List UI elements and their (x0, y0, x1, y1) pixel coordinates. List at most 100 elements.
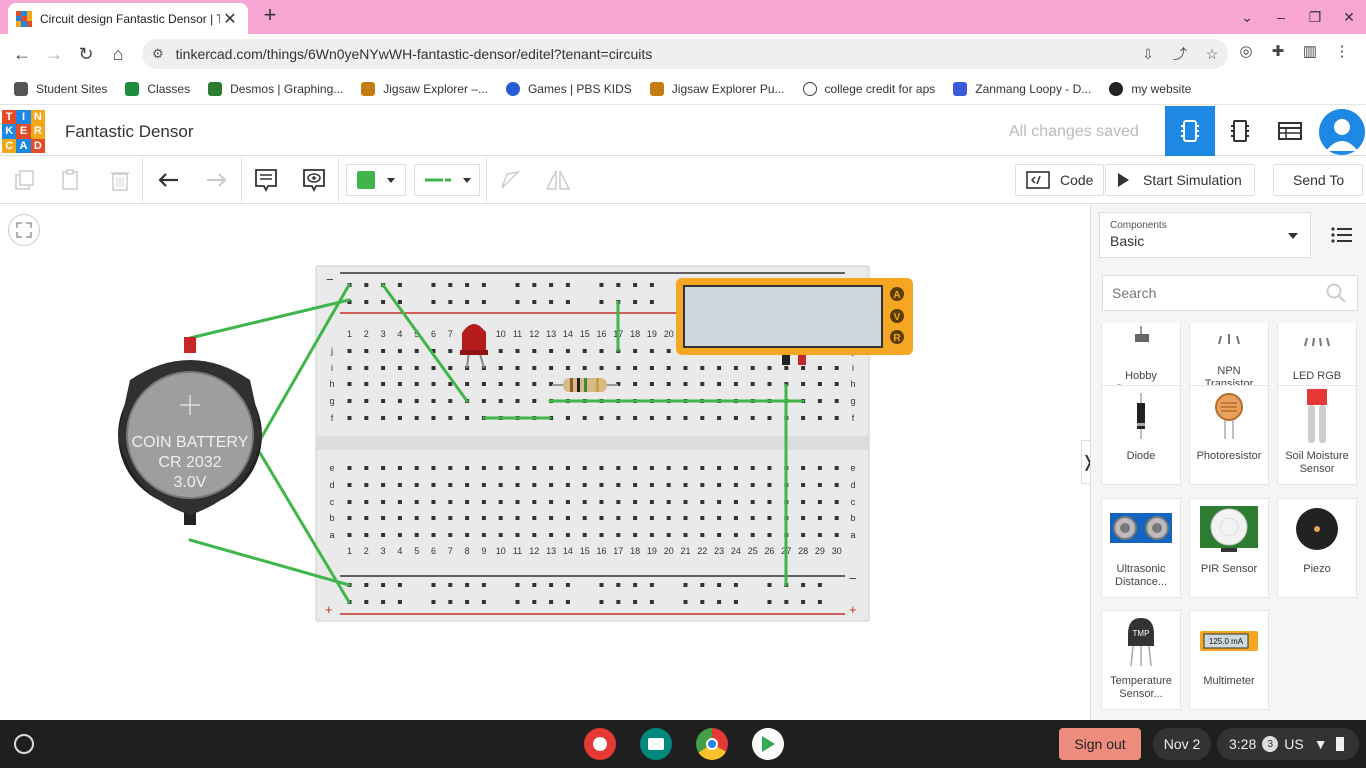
breadboard-hole[interactable] (733, 483, 738, 487)
breadboard-hole[interactable] (414, 466, 419, 470)
breadboard-hole[interactable] (750, 416, 755, 420)
breadboard-hole[interactable] (414, 349, 419, 353)
breadboard-hole[interactable] (633, 466, 638, 470)
breadboard-hole[interactable] (717, 600, 722, 604)
breadboard-hole[interactable] (549, 349, 554, 353)
breadboard-hole[interactable] (784, 366, 789, 370)
breadboard-hole[interactable] (750, 533, 755, 537)
components-dropdown[interactable]: Components Basic (1099, 212, 1311, 258)
status-tray[interactable]: 3:28 3 US ▼ (1217, 728, 1359, 760)
schematic-view-button[interactable] (1215, 106, 1265, 156)
breadboard-hole[interactable] (565, 283, 570, 287)
breadboard-hole[interactable] (532, 583, 537, 587)
breadboard-hole[interactable] (465, 382, 470, 386)
breadboard-hole[interactable] (801, 382, 806, 386)
breadboard-hole[interactable] (364, 583, 369, 587)
breadboard-hole[interactable] (532, 466, 537, 470)
copy-button[interactable] (8, 164, 40, 196)
breadboard-hole[interactable] (817, 382, 822, 386)
breadboard-hole[interactable] (834, 366, 839, 370)
breadboard-hole[interactable] (582, 516, 587, 520)
breadboard-hole[interactable] (666, 416, 671, 420)
breadboard-hole[interactable] (565, 416, 570, 420)
breadboard-hole[interactable] (683, 366, 688, 370)
breadboard-hole[interactable] (381, 399, 386, 403)
breadboard-hole[interactable] (733, 382, 738, 386)
breadboard-hole[interactable] (649, 516, 654, 520)
breadboard-hole[interactable] (347, 416, 352, 420)
breadboard-hole[interactable] (381, 483, 386, 487)
circuit-view-button[interactable] (1165, 106, 1215, 156)
breadboard-hole[interactable] (683, 583, 688, 587)
browser-menu-icon[interactable]: ⋮ (1326, 42, 1358, 60)
breadboard-hole[interactable] (733, 416, 738, 420)
bookmark-item[interactable]: Zanmang Loopy - D... (953, 82, 1091, 96)
breadboard-hole[interactable] (565, 516, 570, 520)
breadboard-hole[interactable] (717, 382, 722, 386)
breadboard-hole[interactable] (465, 483, 470, 487)
breadboard-hole[interactable] (683, 382, 688, 386)
breadboard-hole[interactable] (397, 583, 402, 587)
code-button[interactable]: Code (1015, 164, 1105, 196)
send-to-button[interactable]: Send To (1273, 164, 1364, 196)
breadboard-hole[interactable] (381, 416, 386, 420)
breadboard-hole[interactable] (616, 283, 621, 287)
breadboard-hole[interactable] (666, 516, 671, 520)
breadboard-hole[interactable] (834, 466, 839, 470)
breadboard-hole[interactable] (364, 533, 369, 537)
breadboard-hole[interactable] (817, 533, 822, 537)
breadboard-hole[interactable] (448, 483, 453, 487)
breadboard-hole[interactable] (817, 399, 822, 403)
breadboard-hole[interactable] (498, 533, 503, 537)
breadboard-hole[interactable] (515, 500, 520, 504)
breadboard-hole[interactable] (515, 583, 520, 587)
breadboard-hole[interactable] (381, 300, 386, 304)
breadboard-hole[interactable] (733, 466, 738, 470)
breadboard-hole[interactable] (700, 533, 705, 537)
breadboard-hole[interactable] (666, 483, 671, 487)
breadboard-hole[interactable] (649, 600, 654, 604)
address-bar[interactable]: ⚙ tinkercad.com/things/6Wn0yeNYwWH-fanta… (142, 39, 1228, 69)
breadboard-hole[interactable] (532, 516, 537, 520)
multimeter-voltmeter-mode[interactable]: V (894, 312, 901, 323)
breadboard-hole[interactable] (683, 516, 688, 520)
breadboard-hole[interactable] (599, 416, 604, 420)
side-panel-icon[interactable]: ▥ (1294, 42, 1326, 60)
breadboard-hole[interactable] (397, 516, 402, 520)
breadboard-hole[interactable] (481, 483, 486, 487)
breadboard-hole[interactable] (750, 466, 755, 470)
breadboard-hole[interactable] (481, 500, 486, 504)
component-card[interactable]: 125.0 mA Multimeter (1189, 610, 1269, 710)
breadboard-hole[interactable] (817, 416, 822, 420)
breadboard-hole[interactable] (515, 466, 520, 470)
breadboard-hole[interactable] (633, 500, 638, 504)
breadboard-hole[interactable] (532, 533, 537, 537)
breadboard-hole[interactable] (767, 600, 772, 604)
launcher-icon[interactable] (14, 734, 34, 754)
breadboard-hole[interactable] (549, 516, 554, 520)
breadboard-hole[interactable] (465, 466, 470, 470)
breadboard-hole[interactable] (717, 483, 722, 487)
breadboard-hole[interactable] (532, 349, 537, 353)
breadboard-hole[interactable] (347, 500, 352, 504)
breadboard-hole[interactable] (364, 600, 369, 604)
breadboard-hole[interactable] (448, 283, 453, 287)
breadboard-hole[interactable] (431, 483, 436, 487)
breadboard-hole[interactable] (515, 349, 520, 353)
breadboard-hole[interactable] (582, 483, 587, 487)
breadboard-hole[interactable] (498, 483, 503, 487)
breadboard-hole[interactable] (834, 416, 839, 420)
breadboard-hole[interactable] (582, 466, 587, 470)
breadboard-hole[interactable] (465, 500, 470, 504)
breadboard-hole[interactable] (767, 483, 772, 487)
breadboard-hole[interactable] (801, 466, 806, 470)
breadboard-hole[interactable] (649, 583, 654, 587)
breadboard-hole[interactable] (397, 300, 402, 304)
breadboard-hole[interactable] (414, 382, 419, 386)
minimize-icon[interactable]: – (1264, 9, 1298, 25)
breadboard-hole[interactable] (649, 466, 654, 470)
breadboard-hole[interactable] (515, 283, 520, 287)
breadboard-hole[interactable] (414, 500, 419, 504)
breadboard-hole[interactable] (431, 366, 436, 370)
breadboard-hole[interactable] (801, 516, 806, 520)
